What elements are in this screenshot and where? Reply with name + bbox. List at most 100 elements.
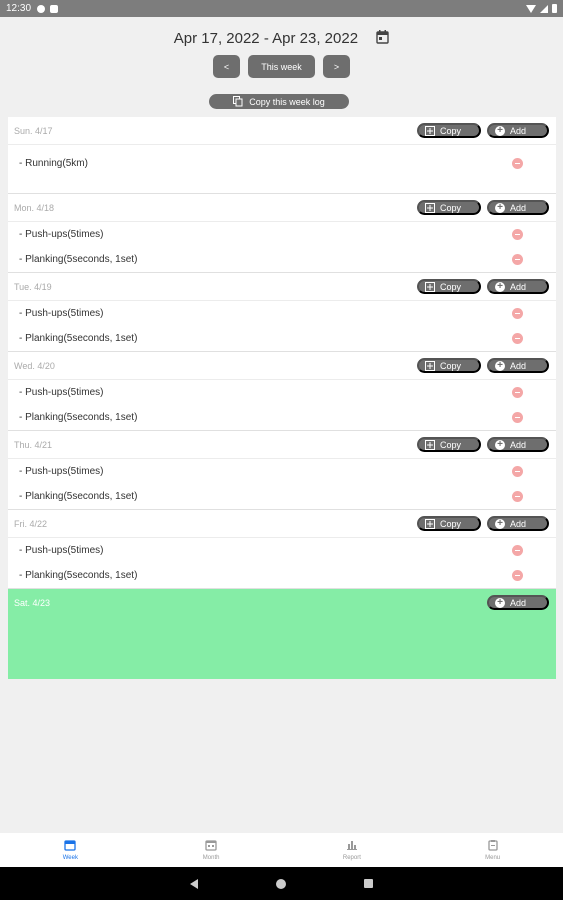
day-header: Sun. 4/17 Copy + Add: [8, 117, 556, 145]
list-item[interactable]: - Push-ups(5times): [8, 459, 556, 484]
sd-card-icon: [50, 4, 59, 13]
plus-circle-icon: +: [495, 281, 505, 292]
copy-day-label: Copy: [440, 281, 462, 292]
copy-day-button[interactable]: Copy: [417, 123, 481, 138]
remove-entry-icon[interactable]: [512, 545, 523, 556]
copy-add-icon: [425, 125, 435, 136]
add-entry-button[interactable]: + Add: [487, 123, 549, 138]
remove-entry-icon[interactable]: [512, 308, 523, 319]
copy-day-label: Copy: [440, 125, 462, 136]
tab-label: Month: [202, 855, 220, 861]
copy-day-label: Copy: [440, 518, 462, 529]
week-header: Apr 17, 2022 - Apr 23, 2022 < This week …: [0, 17, 563, 117]
entry-text: - Planking(5seconds, 1set): [19, 254, 138, 265]
entry-text: - Planking(5seconds, 1set): [19, 570, 138, 581]
remove-entry-icon[interactable]: [512, 466, 523, 477]
copy-day-button[interactable]: Copy: [417, 358, 481, 373]
remove-entry-icon[interactable]: [512, 254, 523, 265]
remove-entry-icon[interactable]: [512, 570, 523, 581]
list-item[interactable]: - Planking(5seconds, 1set): [8, 484, 556, 509]
recent-apps-icon[interactable]: [364, 879, 373, 888]
copy-week-log-button[interactable]: Copy this week log: [209, 94, 349, 109]
copy-day-label: Copy: [440, 202, 462, 213]
copy-day-button[interactable]: Copy: [417, 200, 481, 215]
day-header: Wed. 4/20 Copy + Add: [8, 352, 556, 380]
tab-report[interactable]: Report: [282, 833, 423, 867]
add-entry-button[interactable]: + Add: [487, 516, 549, 531]
add-entry-label: Add: [510, 360, 527, 371]
remove-entry-icon[interactable]: [512, 229, 523, 240]
system-nav-bar: [0, 867, 563, 900]
add-entry-label: Add: [510, 439, 527, 450]
add-entry-button[interactable]: + Add: [487, 595, 549, 610]
add-entry-label: Add: [510, 281, 527, 292]
remove-entry-icon[interactable]: [512, 157, 523, 169]
remove-entry-icon[interactable]: [512, 412, 523, 423]
home-icon[interactable]: [276, 878, 286, 889]
back-icon[interactable]: [190, 878, 198, 889]
date-range: Apr 17, 2022 - Apr 23, 2022: [0, 29, 563, 47]
list-item[interactable]: - Push-ups(5times): [8, 380, 556, 405]
add-entry-button[interactable]: + Add: [487, 358, 549, 373]
copy-day-label: Copy: [440, 439, 462, 450]
copy-add-icon: [425, 518, 435, 529]
list-item[interactable]: - Push-ups(5times): [8, 538, 556, 563]
entry-text: - Planking(5seconds, 1set): [19, 491, 138, 502]
tab-label: Menu: [485, 855, 501, 861]
list-item[interactable]: - Planking(5seconds, 1set): [8, 326, 556, 351]
copy-day-button[interactable]: Copy: [417, 437, 481, 452]
list-item[interactable]: - Running(5km): [8, 145, 556, 181]
calendar-icon[interactable]: [376, 30, 389, 44]
entry-text: - Running(5km): [19, 157, 88, 169]
tab-week[interactable]: Week: [0, 833, 141, 867]
add-entry-label: Add: [510, 202, 527, 213]
day-section: Sat. 4/23 + Add: [8, 589, 556, 679]
prev-week-button[interactable]: <: [213, 55, 240, 78]
add-entry-button[interactable]: + Add: [487, 437, 549, 452]
list-item[interactable]: - Push-ups(5times): [8, 301, 556, 326]
add-entry-label: Add: [510, 597, 527, 608]
bar-chart-icon: [346, 839, 358, 855]
tab-label: Week: [62, 855, 78, 861]
copy-day-button[interactable]: Copy: [417, 516, 481, 531]
tab-month[interactable]: Month: [141, 833, 282, 867]
day-label: Tue. 4/19: [14, 281, 52, 292]
day-section: Thu. 4/21 Copy + Add - Push-ups(5times) - Pla…: [8, 431, 556, 510]
copy-add-icon: [425, 360, 435, 371]
list-item[interactable]: - Push-ups(5times): [8, 222, 556, 247]
add-entry-button[interactable]: + Add: [487, 279, 549, 294]
remove-entry-icon[interactable]: [512, 387, 523, 398]
wifi-icon: [526, 4, 536, 13]
day-header: Thu. 4/21 Copy + Add: [8, 431, 556, 459]
battery-icon: [552, 4, 557, 13]
week-nav: < This week >: [0, 55, 563, 78]
entry-text: - Push-ups(5times): [19, 387, 104, 398]
date-range-text: Apr 17, 2022 - Apr 23, 2022: [173, 29, 359, 47]
calendar-month-icon: [205, 839, 217, 855]
tab-label: Report: [342, 855, 361, 861]
day-label: Sun. 4/17: [14, 125, 53, 136]
copy-add-icon: [425, 439, 435, 450]
status-bar: 12:30: [0, 0, 563, 17]
plus-circle-icon: +: [495, 518, 505, 529]
plus-circle-icon: +: [495, 125, 505, 136]
day-section: Sun. 4/17 Copy + Add - Running(5km): [8, 117, 556, 194]
day-label: Mon. 4/18: [14, 202, 55, 213]
add-entry-button[interactable]: + Add: [487, 200, 549, 215]
remove-entry-icon[interactable]: [512, 333, 523, 344]
plus-circle-icon: +: [495, 202, 505, 213]
remove-entry-icon[interactable]: [512, 491, 523, 502]
plus-circle-icon: +: [495, 597, 505, 608]
next-week-button[interactable]: >: [323, 55, 350, 78]
list-item[interactable]: - Planking(5seconds, 1set): [8, 563, 556, 588]
day-header: Mon. 4/18 Copy + Add: [8, 194, 556, 222]
entry-text: - Planking(5seconds, 1set): [19, 412, 138, 423]
day-label: Sat. 4/23: [14, 598, 51, 608]
this-week-button[interactable]: This week: [248, 55, 315, 78]
plus-circle-icon: +: [495, 360, 505, 371]
list-item[interactable]: - Planking(5seconds, 1set): [8, 247, 556, 272]
list-item[interactable]: - Planking(5seconds, 1set): [8, 405, 556, 430]
copy-day-button[interactable]: Copy: [417, 279, 481, 294]
status-time: 12:30: [6, 3, 32, 14]
tab-menu[interactable]: Menu: [422, 833, 563, 867]
